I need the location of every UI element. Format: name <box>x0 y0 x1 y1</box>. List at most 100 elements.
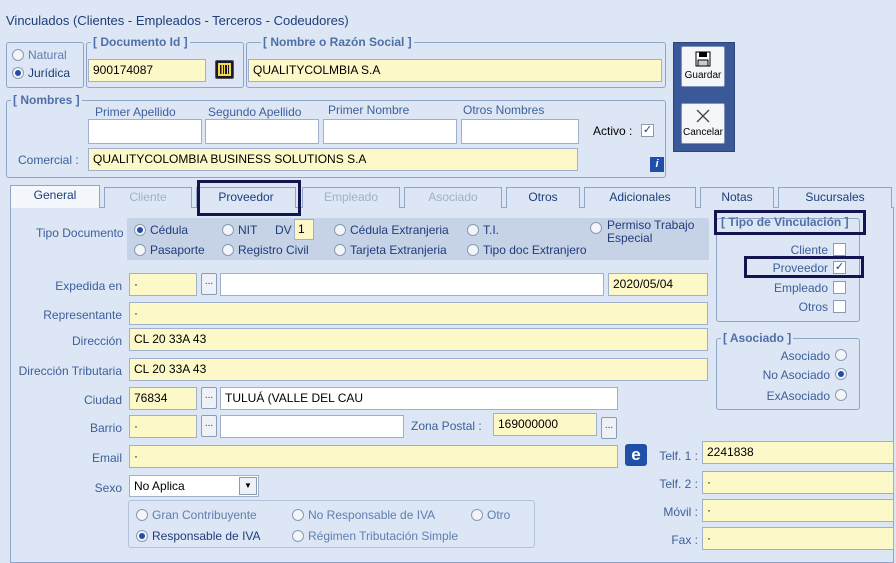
fax-input[interactable]: · <box>702 527 894 550</box>
radio-juridica[interactable]: Jurídica <box>12 66 70 80</box>
radio-otro-dot[interactable] <box>471 509 483 521</box>
ciudad-lookup-button[interactable]: ... <box>201 387 217 409</box>
telf2-input[interactable]: · <box>702 471 894 494</box>
radio-exasociado[interactable] <box>835 389 847 401</box>
radio-permiso[interactable] <box>590 222 602 234</box>
fecha-input[interactable]: 2020/05/04 <box>608 273 708 296</box>
barrio-input[interactable]: · <box>129 415 197 438</box>
radio-no-resp-dot[interactable] <box>292 509 304 521</box>
expedida-input[interactable]: · <box>129 273 197 296</box>
direccion-tributaria-label: Dirección Tributaria <box>18 364 122 378</box>
zona-postal-input[interactable]: 169000000 <box>493 413 597 436</box>
radio-cedula[interactable]: Cédula <box>134 223 188 237</box>
dv-label: DV <box>275 223 292 237</box>
expedida-label: Expedida en <box>55 279 122 293</box>
expedida-lookup-button[interactable]: ... <box>201 273 217 295</box>
radio-otro[interactable]: Otro <box>471 508 510 522</box>
zona-lookup-button[interactable]: ... <box>601 417 617 439</box>
documento-input[interactable]: 900174087 <box>88 59 206 82</box>
chevron-down-icon[interactable]: ▼ <box>239 477 257 495</box>
radio-cedula-ext-dot[interactable] <box>334 224 346 236</box>
radio-ti[interactable]: T.I. <box>467 223 499 237</box>
movil-input[interactable]: · <box>702 499 894 522</box>
info-icon[interactable]: i <box>650 157 664 172</box>
radio-regimen-simple[interactable]: Régimen Tributación Simple <box>292 529 458 543</box>
barrio-name-input[interactable] <box>220 415 404 438</box>
permiso-label-2: Especial <box>607 231 653 245</box>
radio-natural-label: Natural <box>28 48 67 62</box>
radio-registro-civil[interactable]: Registro Civil <box>222 243 309 257</box>
expedida-name-input[interactable] <box>220 273 604 296</box>
radio-tipo-doc-extranjero[interactable]: Tipo doc Extranjero <box>467 243 587 257</box>
otros-nombres-input[interactable] <box>461 119 579 144</box>
tab-cliente[interactable]: Cliente <box>104 187 192 208</box>
vinc-proveedor-checkbox[interactable]: ✓ <box>833 261 846 274</box>
no-asociado-label: No Asociado <box>762 368 830 382</box>
segundo-apellido-input[interactable] <box>205 119 319 144</box>
ciudad-name-input[interactable]: TULUÁ (VALLE DEL CAU <box>220 387 618 410</box>
radio-natural-dot[interactable] <box>12 49 24 61</box>
radio-responsable-iva[interactable]: Responsable de IVA <box>136 529 261 543</box>
radio-simple-dot[interactable] <box>292 530 304 542</box>
primer-apellido-label: Primer Apellido <box>95 105 176 119</box>
radio-pasaporte[interactable]: Pasaporte <box>134 243 205 257</box>
radio-no-responsable[interactable]: No Responsable de IVA <box>292 508 435 522</box>
vinc-otros-checkbox[interactable] <box>833 300 846 313</box>
vinc-cliente-checkbox[interactable] <box>833 243 846 256</box>
radio-gran-dot[interactable] <box>136 509 148 521</box>
radio-tarjeta-dot[interactable] <box>334 244 346 256</box>
email-label: Email <box>91 451 122 465</box>
window-title: Vinculados (Clientes - Empleados - Terce… <box>6 13 349 28</box>
cancelar-button[interactable]: Cancelar <box>681 103 725 144</box>
barcode-icon[interactable] <box>215 60 234 79</box>
radio-cedula-dot[interactable] <box>134 224 146 236</box>
dv-input[interactable]: 1 <box>294 219 314 240</box>
primer-apellido-input[interactable] <box>88 119 202 144</box>
radio-resp-label: Responsable de IVA <box>152 529 261 543</box>
segundo-apellido-label: Segundo Apellido <box>208 105 302 119</box>
radio-otro-label: Otro <box>487 508 511 522</box>
radio-tarjeta-extranjeria[interactable]: Tarjeta Extranjeria <box>334 243 447 257</box>
tab-sucursales[interactable]: Sucursales <box>778 187 892 208</box>
radio-pasaporte-dot[interactable] <box>134 244 146 256</box>
radio-asociado[interactable] <box>835 349 847 361</box>
direccion-tributaria-input[interactable]: CL 20 33A 43 <box>129 358 708 381</box>
radio-natural[interactable]: Natural <box>12 48 67 62</box>
tab-otros[interactable]: Otros <box>506 187 580 208</box>
tab-notas[interactable]: Notas <box>700 187 774 208</box>
ciudad-code-input[interactable]: 76834 <box>129 387 197 410</box>
razon-social-input[interactable]: QUALITYCOLMBIA S.A <box>248 59 662 82</box>
cancelar-label: Cancelar <box>682 127 724 138</box>
comercial-input[interactable]: QUALITYCOLOMBIA BUSINESS SOLUTIONS S.A <box>88 148 578 171</box>
representante-input[interactable]: · <box>129 302 708 325</box>
radio-juridica-dot[interactable] <box>12 67 24 79</box>
tab-general[interactable]: General <box>10 185 100 208</box>
telf2-label: Telf. 2 : <box>659 477 698 491</box>
direccion-input[interactable]: CL 20 33A 43 <box>129 328 708 351</box>
radio-no-resp-label: No Responsable de IVA <box>308 508 436 522</box>
sexo-select[interactable]: No Aplica ▼ <box>129 475 259 497</box>
radio-registro-dot[interactable] <box>222 244 234 256</box>
tab-empleado[interactable]: Empleado <box>302 187 400 208</box>
radio-ti-dot[interactable] <box>467 224 479 236</box>
vinc-empleado-checkbox[interactable] <box>833 281 846 294</box>
radio-no-asociado[interactable] <box>835 368 847 380</box>
radio-tipo-ext-label: Tipo doc Extranjero <box>483 243 587 257</box>
radio-nit[interactable]: NIT <box>222 223 257 237</box>
primer-nombre-input[interactable] <box>323 119 457 144</box>
telf1-input[interactable]: 2241838 <box>702 441 894 464</box>
zona-postal-label: Zona Postal : <box>411 419 482 433</box>
radio-nit-dot[interactable] <box>222 224 234 236</box>
radio-simple-label: Régimen Tributación Simple <box>308 529 459 543</box>
barrio-lookup-button[interactable]: ... <box>201 415 217 437</box>
tab-adicionales[interactable]: Adicionales <box>584 187 696 208</box>
radio-resp-dot[interactable] <box>136 530 148 542</box>
radio-tipo-ext-dot[interactable] <box>467 244 479 256</box>
guardar-button[interactable]: Guardar <box>681 46 725 87</box>
radio-gran-contribuyente[interactable]: Gran Contribuyente <box>136 508 257 522</box>
email-input[interactable]: · <box>129 445 618 468</box>
activo-checkbox[interactable]: ✓ <box>641 124 654 137</box>
radio-cedula-extranjeria[interactable]: Cédula Extranjeria <box>334 223 449 237</box>
tab-asociado[interactable]: Asociado <box>404 187 502 208</box>
radio-permiso-dot[interactable] <box>590 222 602 234</box>
